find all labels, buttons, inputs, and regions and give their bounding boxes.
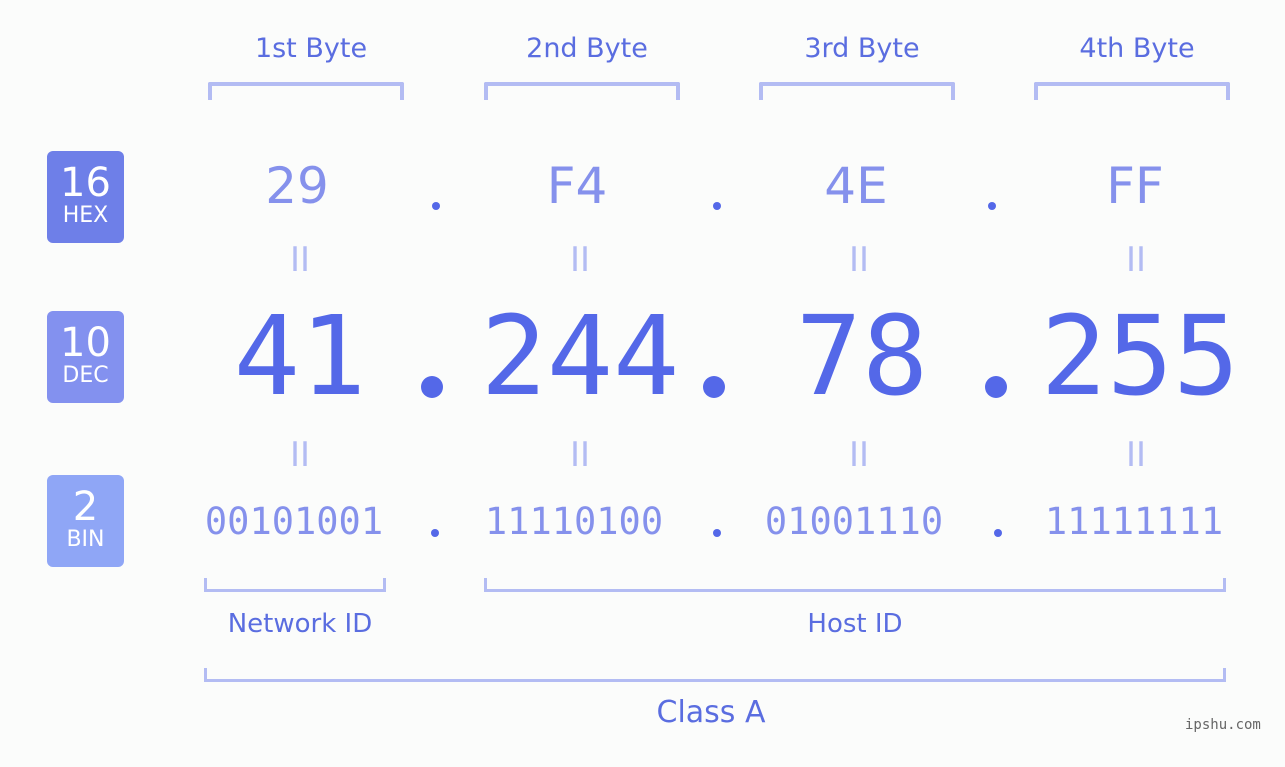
host-id-bracket	[484, 578, 1226, 592]
byte-bracket-2	[484, 82, 680, 100]
bin-byte-4: 11111111	[1044, 500, 1224, 543]
equals-icon: II	[569, 240, 591, 280]
equals-icon: II	[289, 435, 311, 475]
equals-icon: II	[1125, 435, 1147, 475]
hex-badge-label: HEX	[62, 203, 109, 228]
bin-byte-2: 11110100	[484, 500, 664, 543]
byte-header-2: 2nd Byte	[526, 33, 648, 64]
network-id-bracket	[204, 578, 386, 592]
dec-badge: 10 DEC	[47, 311, 124, 403]
bin-separator-dot	[431, 529, 439, 537]
equals-icon: II	[1125, 240, 1147, 280]
equals-icon: II	[848, 240, 870, 280]
hex-separator-dot	[713, 202, 721, 210]
byte-header-1: 1st Byte	[254, 33, 368, 64]
byte-bracket-4	[1034, 82, 1230, 100]
dec-byte-1: 41	[233, 292, 367, 420]
byte-bracket-1	[208, 82, 404, 100]
dec-byte-3: 78	[795, 292, 929, 420]
dec-byte-4: 255	[1040, 292, 1240, 420]
byte-bracket-3	[759, 82, 955, 100]
equals-icon: II	[848, 435, 870, 475]
bin-badge-base: 2	[72, 484, 99, 530]
dec-separator-dot	[985, 376, 1007, 398]
class-bracket	[204, 668, 1226, 682]
equals-icon: II	[569, 435, 591, 475]
hex-separator-dot	[988, 202, 996, 210]
dec-separator-dot	[703, 376, 725, 398]
dec-byte-2: 244	[480, 292, 680, 420]
class-label: Class A	[656, 695, 766, 730]
dec-separator-dot	[421, 376, 443, 398]
host-id-label: Host ID	[807, 609, 903, 639]
dec-badge-label: DEC	[62, 363, 109, 388]
dec-badge-base: 10	[60, 320, 111, 366]
byte-header-3: 3rd Byte	[804, 33, 920, 64]
hex-byte-1: 29	[265, 157, 329, 215]
hex-badge-base: 16	[60, 160, 111, 206]
hex-separator-dot	[432, 202, 440, 210]
bin-byte-1: 00101001	[204, 500, 384, 543]
hex-byte-3: 4E	[824, 157, 888, 215]
watermark: ipshu.com	[1185, 717, 1261, 733]
byte-header-4: 4th Byte	[1079, 33, 1195, 64]
bin-byte-3: 01001110	[764, 500, 944, 543]
bin-badge: 2 BIN	[47, 475, 124, 567]
hex-byte-4: FF	[1106, 157, 1164, 215]
network-id-label: Network ID	[227, 609, 373, 639]
bin-separator-dot	[994, 529, 1002, 537]
bin-separator-dot	[713, 529, 721, 537]
bin-badge-label: BIN	[66, 527, 105, 552]
equals-icon: II	[289, 240, 311, 280]
hex-badge: 16 HEX	[47, 151, 124, 243]
hex-byte-2: F4	[546, 157, 608, 215]
